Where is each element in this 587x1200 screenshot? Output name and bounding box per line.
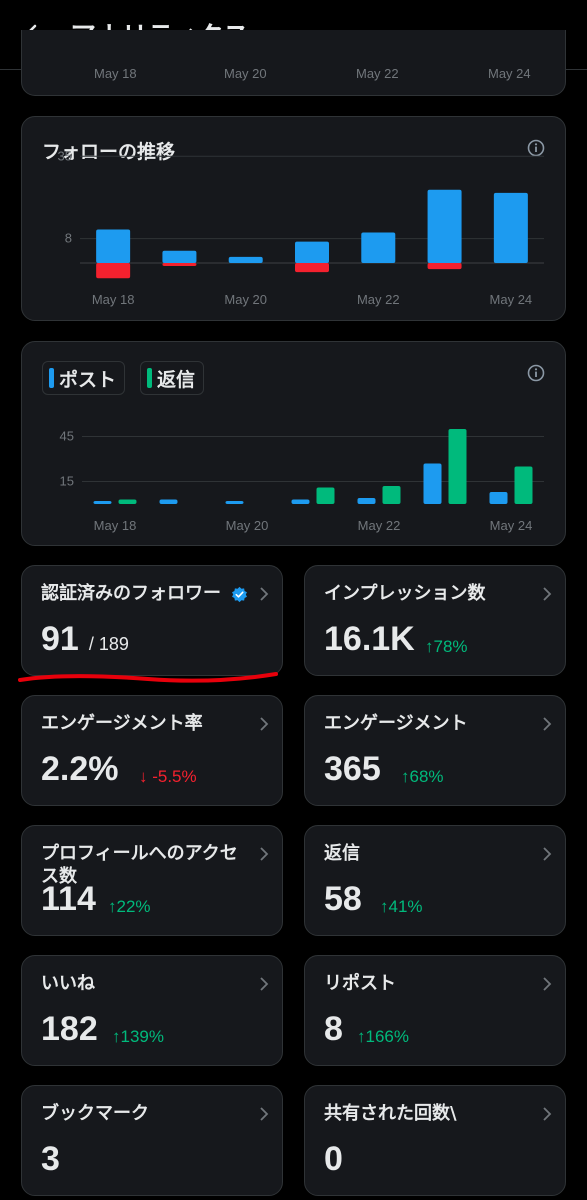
chevron-right-icon: [543, 717, 552, 731]
bar-gained: [228, 256, 263, 263]
verified-followers-card[interactable]: 認証済みのフォロワー 91 / 189: [21, 565, 283, 676]
bar-posts: [489, 492, 508, 504]
bar-replies: [316, 487, 335, 504]
metric-value: 91 / 189: [41, 620, 129, 659]
change-badge: ↑166%: [357, 1027, 409, 1046]
likes-card[interactable]: いいね 182 ↑139%: [21, 955, 283, 1066]
x-tick-label: May 18: [94, 66, 137, 81]
y-tick-label: 35: [58, 148, 72, 163]
impressions-card[interactable]: インプレッション数 16.1K ↑78%: [304, 565, 566, 676]
bar-replies: [118, 499, 137, 504]
x-tick-label: May 20: [226, 518, 269, 533]
chevron-right-icon: [260, 977, 269, 991]
metric-label: ブックマーク: [41, 1103, 149, 1124]
metric-value: 58: [324, 880, 362, 918]
x-tick-label: May 18: [94, 518, 137, 533]
chevron-right-icon: [260, 717, 269, 731]
x-tick-label: May 22: [357, 292, 400, 307]
x-tick-label: May 22: [356, 66, 399, 81]
chevron-right-icon: [260, 587, 269, 601]
metric-value: 8: [324, 1010, 343, 1048]
red-underline-annotation: [18, 672, 278, 683]
x-tick-label: May 24: [490, 292, 533, 307]
bar-posts: [159, 499, 178, 504]
bar-replies: [514, 466, 533, 504]
metric-label: エンゲージメント率: [41, 713, 203, 734]
bookmarks-card[interactable]: ブックマーク 3: [21, 1085, 283, 1196]
bar-gained: [361, 232, 396, 263]
y-tick-label: 45: [60, 429, 74, 444]
bar-lost: [295, 263, 329, 273]
metric-value: 3: [41, 1140, 60, 1178]
metric-label: エンゲージメント: [324, 713, 468, 734]
shares-card[interactable]: 共有された回数\ 0: [304, 1085, 566, 1196]
y-tick-label: 15: [60, 474, 74, 489]
metric-value: 365: [324, 750, 381, 788]
bar-lost: [96, 263, 131, 279]
verified-badge-icon: [232, 586, 247, 603]
metric-value: 114: [41, 880, 96, 918]
chevron-right-icon: [543, 977, 552, 991]
metric-label: 返信: [324, 843, 360, 864]
metric-value: 182: [41, 1010, 98, 1048]
change-badge: ↑78%: [425, 637, 468, 656]
reposts-card[interactable]: リポスト 8 ↑166%: [304, 955, 566, 1066]
bar-posts: [423, 463, 442, 504]
posts-chart-card: ポスト 返信 45 15 May 18 May 20 May 22 May 24: [21, 341, 566, 546]
x-tick-label: May 20: [224, 292, 267, 307]
bar-posts: [291, 499, 310, 504]
bar-gained: [162, 250, 197, 263]
bar-replies: [382, 486, 401, 504]
change-badge: ↓ -5.5%: [139, 767, 197, 786]
x-tick-label: May 18: [92, 292, 135, 307]
chevron-right-icon: [260, 1107, 269, 1121]
change-badge: ↑22%: [108, 897, 151, 916]
engagements-card[interactable]: エンゲージメント 365 ↑68%: [304, 695, 566, 806]
bar-posts: [225, 501, 244, 504]
bar-posts: [93, 501, 112, 504]
chevron-right-icon: [543, 847, 552, 861]
y-tick-label: 8: [65, 231, 72, 246]
chevron-right-icon: [543, 587, 552, 601]
x-tick-label: May 22: [358, 518, 401, 533]
bar-posts: [357, 498, 376, 504]
bar-gained: [96, 229, 131, 263]
bar-gained: [295, 241, 329, 263]
profile-visits-card[interactable]: プロフィールへのアクセス数 114 ↑22%: [21, 825, 283, 936]
bar-lost: [427, 263, 462, 270]
metric-label: 認証済みのフォロワー: [41, 583, 221, 604]
metric-value: 2.2%: [41, 750, 119, 788]
chevron-right-icon: [260, 847, 269, 861]
metric-label: リポスト: [324, 973, 396, 994]
bar-gained: [427, 189, 462, 263]
posts-bar-chart: 45 15 May 18 May 20 May 22 May 24: [60, 429, 544, 533]
change-badge: ↑139%: [112, 1027, 164, 1046]
followers-bar-chart: 35 8 May 18 May 20 May 22 May 24: [58, 148, 544, 307]
metric-value: 16.1K: [324, 620, 415, 658]
metric-label: インプレッション数: [324, 583, 486, 604]
metric-total: / 189: [88, 634, 129, 654]
previous-chart-card: May 18 May 20 May 22 May 24: [21, 30, 566, 96]
chevron-right-icon: [543, 1107, 552, 1121]
metric-value: 0: [324, 1140, 343, 1178]
change-badge: ↑68%: [401, 767, 444, 786]
bar-lost: [162, 263, 197, 267]
change-badge: ↑41%: [380, 897, 423, 916]
engagement-rate-card[interactable]: エンゲージメント率 2.2% ↓ -5.5%: [21, 695, 283, 806]
followers-chart-card: フォローの推移 35 8 May 18 May 20 May 22 May 24: [21, 116, 566, 321]
bar-replies: [448, 429, 467, 504]
x-tick-label: May 24: [490, 518, 533, 533]
x-tick-label: May 20: [224, 66, 267, 81]
metric-label: いいね: [41, 973, 95, 994]
replies-card[interactable]: 返信 58 ↑41%: [304, 825, 566, 936]
metric-label: 共有された回数\: [324, 1103, 457, 1124]
bar-gained: [493, 192, 528, 263]
x-tick-label: May 24: [488, 66, 531, 81]
metric-number: 91: [41, 620, 79, 658]
